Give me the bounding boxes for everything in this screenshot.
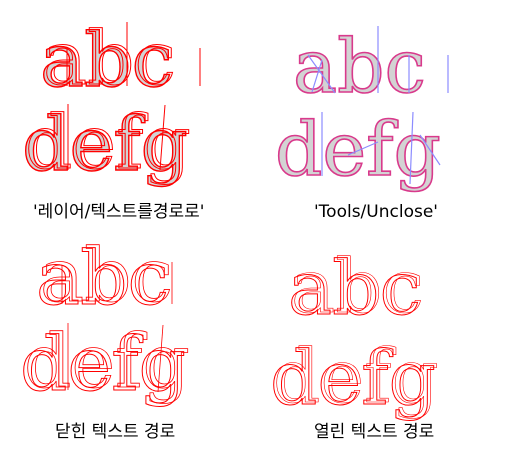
panel-layer-text-to-path: abc abc defg defg '레이어/텍스트를경로로' [21, 16, 204, 223]
glyph-row-top-offset: abc [43, 16, 176, 102]
glyph-row-top: abc [293, 24, 426, 110]
glyph-row-top-offset: abc [40, 233, 173, 319]
glyphs-defg: defg [274, 106, 442, 194]
glyphs-defg: defg defg [21, 100, 191, 189]
panel-caption: '레이어/텍스트를경로로' [33, 202, 204, 222]
glyphs-abc: abc abc [288, 244, 425, 333]
glyphs-abc: abc abc [39, 16, 201, 105]
panel-caption: 열린 텍스트 경로 [314, 422, 434, 442]
glyphs-defg: defg defg [20, 319, 191, 409]
glyph-row-top-offset: abc [291, 244, 424, 330]
panel-caption: 'Tools/Unclose' [314, 202, 438, 222]
glyphs-defg: defg defg [270, 334, 440, 423]
glyphs-abc: abc abc [36, 233, 174, 323]
glyph-row-bottom-offset: defg [25, 100, 191, 186]
panel-closed-text-path: abc abc defg defg 닫힌 텍스트 경로 [20, 233, 191, 442]
panel-caption: 닫힌 텍스트 경로 [55, 422, 175, 442]
diagram-canvas: abc abc defg defg '레이어/텍스트를경로로' abc defg [20, 16, 449, 442]
glyph-row-bottom-offset: defg [24, 319, 190, 405]
glyph-row-bottom-offset: defg [273, 334, 439, 420]
panel-tools-unclose: abc defg 'Tools/Unclose' [274, 23, 449, 222]
panel-open-text-path: abc abc defg defg 열린 텍스트 경로 [270, 244, 440, 442]
glyph-row-bottom: defg [275, 107, 441, 193]
glyphs-abc: abc [292, 23, 449, 111]
